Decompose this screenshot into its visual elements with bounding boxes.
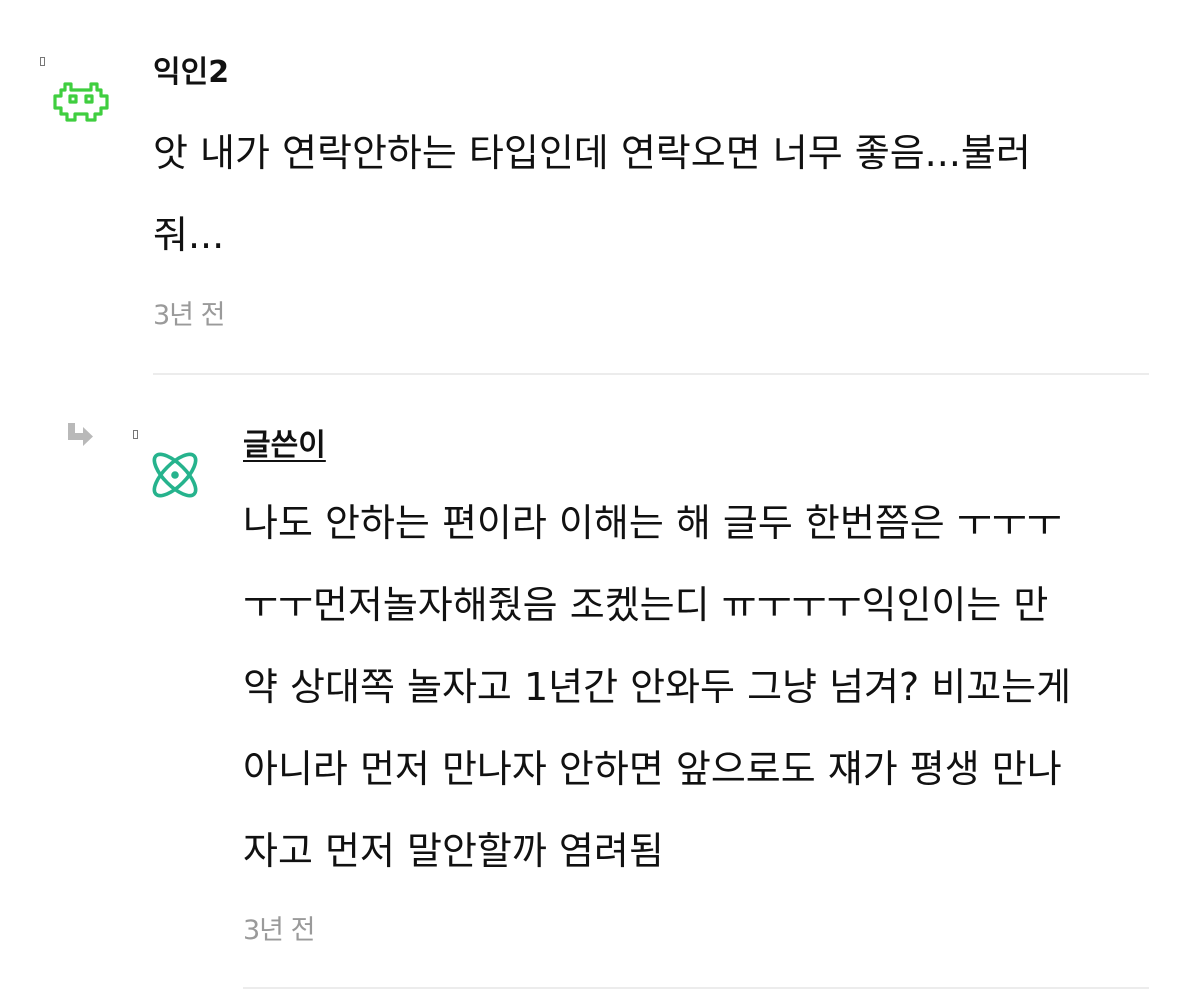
- comment: 익인2 앗 내가 연락안하는 타입인데 연락오면 너무 좋음...불러 줘...…: [0, 0, 1179, 378]
- comment-body-line: ㅜㅜ먼저놀자해줬음 조켔는디 ㅠㅜㅜㅜ익인이는 만: [243, 583, 1049, 627]
- indicator-mark: [133, 430, 138, 439]
- reply-comment: 글쓴이 나도 안하는 편이라 이해는 해 글두 한번쯤은 ㅜㅜㅜ ㅜㅜ먼저놀자해…: [0, 378, 1179, 998]
- comment-body-line: 나도 안하는 편이라 이해는 해 글두 한번쯤은 ㅜㅜㅜ: [243, 501, 1062, 545]
- comment-body-line: 앗 내가 연락안하는 타입인데 연락오면 너무 좋음...불러: [153, 131, 1031, 175]
- author-name[interactable]: 익인2: [153, 53, 229, 93]
- indicator-mark: [40, 57, 45, 66]
- comment-body-line: 아니라 먼저 만나자 안하면 앞으로도 쟤가 평생 만나: [243, 747, 1062, 791]
- comment-body: 앗 내가 연락안하는 타입인데 연락오면 너무 좋음...불러 줘...: [153, 112, 1031, 276]
- space-invader-icon[interactable]: [51, 80, 111, 124]
- comment-body-line: 줘...: [153, 213, 225, 257]
- atom-icon[interactable]: [146, 446, 204, 504]
- comment-body-line: 약 상대쪽 놀자고 1년간 안와두 그냥 넘겨? 비꼬는게: [243, 665, 1072, 709]
- comment-timestamp: 3년 전: [153, 300, 225, 331]
- comment-timestamp: 3년 전: [243, 915, 315, 946]
- comment-body: 나도 안하는 편이라 이해는 해 글두 한번쯤은 ㅜㅜㅜ ㅜㅜ먼저놀자해줬음 조…: [243, 482, 1071, 892]
- divider: [243, 987, 1149, 989]
- divider: [153, 373, 1149, 375]
- author-name-op[interactable]: 글쓴이: [243, 426, 326, 466]
- reply-arrow-icon: [68, 423, 93, 446]
- comment-body-line: 자고 먼저 말안할까 염려됨: [243, 829, 664, 873]
